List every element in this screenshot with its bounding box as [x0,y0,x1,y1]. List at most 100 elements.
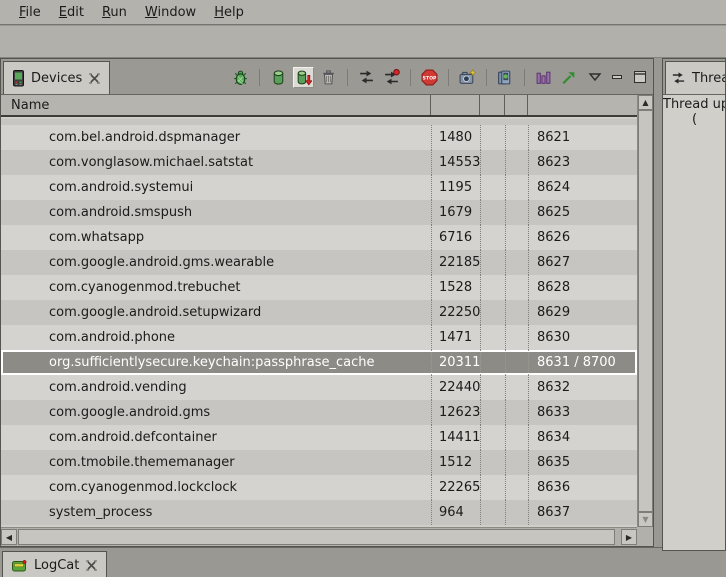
table-row[interactable]: com.google.android.gms 12623 8633 [1,400,637,425]
process-pid: 14411 [431,425,480,450]
toolbar-separator [410,69,411,86]
threads-red-dot-icon [383,69,400,86]
scroll-right-button[interactable]: ▶ [621,529,637,545]
table-row[interactable]: com.android.smspush 1679 8625 [1,200,637,225]
process-port: 8634 [528,425,637,450]
blank-cell [505,175,528,200]
menu-help[interactable]: Help [205,3,253,22]
scroll-up-button[interactable]: ▲ [638,95,653,110]
scrollbar-corner [637,527,653,546]
process-pid: 12623 [431,400,480,425]
toolbar-separator [448,69,449,86]
table-body: com.bel.android.dspmanager 1480 8621 com… [1,119,637,527]
blank-cell [480,500,505,525]
table-row[interactable]: com.vonglasow.michael.satstat 14553 8623 [1,150,637,175]
system-info-button[interactable] [533,67,554,88]
tab-threads[interactable]: Threads [665,61,725,94]
blank-cell [480,350,505,375]
horizontal-scroll-thumb[interactable] [18,529,615,545]
column-header-blank2[interactable] [505,95,528,115]
process-port: 8632 [528,375,637,400]
table-row[interactable]: com.cyanogenmod.lockclock 22265 8636 [1,475,637,500]
tab-logcat[interactable]: LogCat [2,551,107,577]
column-header-name[interactable]: Name [1,95,431,115]
blank-cell [480,150,505,175]
menu-file[interactable]: File [10,3,50,22]
table-row[interactable]: com.android.systemui 1195 8624 [1,175,637,200]
menu-run[interactable]: Run [93,3,136,22]
screen-capture-button[interactable] [457,67,478,88]
column-header-blank1[interactable] [480,95,505,115]
table-row[interactable]: com.google.android.gms.wearable 22185 86… [1,250,637,275]
table-row-selected[interactable]: org.sufficientlysecure.keychain:passphra… [1,350,637,375]
vertical-scroll-thumb[interactable] [638,110,653,512]
debug-attach-button[interactable] [230,67,251,88]
process-port: 8624 [528,175,637,200]
purple-bars-icon [535,69,552,86]
table-row[interactable]: com.android.defcontainer 14411 8634 [1,425,637,450]
dump-hprof-button[interactable] [293,67,314,88]
table-row[interactable]: com.android.phone 1471 8630 [1,325,637,350]
table-row[interactable]: com.whatsapp 6716 8626 [1,225,637,250]
close-icon[interactable] [88,72,101,85]
process-name: com.android.vending [1,375,431,400]
table-row[interactable]: com.tmobile.thememanager 1512 8635 [1,450,637,475]
devices-tabbar: Devices [1,59,653,95]
tab-devices-label: Devices [31,71,82,86]
table-row[interactable]: system_process 964 8637 [1,500,637,525]
process-pid: 1471 [431,325,480,350]
process-name: com.tmobile.thememanager [1,450,431,475]
process-port: 8628 [528,275,637,300]
view-menu-icon[interactable] [588,71,602,83]
table-row[interactable]: com.android.vending 22440 8632 [1,375,637,400]
blank-cell [480,375,505,400]
stop-process-button[interactable]: STOP [419,67,440,88]
maximize-icon[interactable] [633,70,647,84]
blank-cell [480,225,505,250]
threads-view: Threads Thread up ( [662,58,726,551]
debug-bug-icon [232,69,249,86]
tab-devices[interactable]: Devices [3,61,110,94]
device-capture-button[interactable] [495,67,516,88]
blank-cell [480,200,505,225]
toolbar-separator [524,69,525,86]
scroll-left-button[interactable]: ◀ [1,529,17,545]
close-icon[interactable] [85,559,98,572]
menu-window[interactable]: Window [136,3,205,22]
column-header-pid[interactable] [431,95,480,115]
update-threads-button[interactable] [356,67,377,88]
process-name: com.android.smspush [1,200,431,225]
process-name: com.google.android.setupwizard [1,300,431,325]
toolbar-separator [347,69,348,86]
process-port: 8629 [528,300,637,325]
minimize-icon[interactable] [611,71,624,83]
threads-icon [358,69,375,86]
process-pid: 1679 [431,200,480,225]
process-pid: 22265 [431,475,480,500]
blank-cell [480,250,505,275]
empty-toolbar-strip [0,26,726,58]
blank-cell [505,125,528,150]
blank-cell [480,125,505,150]
process-name: org.sufficientlysecure.keychain:passphra… [1,350,431,375]
menu-edit[interactable]: Edit [50,3,93,22]
process-name: com.google.android.gms [1,400,431,425]
start-tracing-button[interactable] [558,67,579,88]
update-heap-button[interactable] [268,67,289,88]
scroll-down-button[interactable]: ▼ [638,512,653,527]
table-row[interactable]: com.google.android.setupwizard 22250 862… [1,300,637,325]
devices-view: Devices [0,58,654,547]
table-row[interactable]: com.cyanogenmod.trebuchet 1528 8628 [1,275,637,300]
threads-icon [671,71,686,86]
column-header-port[interactable] [528,95,637,115]
table-row[interactable]: com.bel.android.dspmanager 1480 8621 [1,125,637,150]
process-port: 8636 [528,475,637,500]
cause-gc-button[interactable] [318,67,339,88]
process-name: system_process [1,500,431,525]
process-port: 8627 [528,250,637,275]
method-profiling-button[interactable] [381,67,402,88]
panel-splitter[interactable] [654,58,662,551]
blank-cell [505,500,528,525]
svg-text:STOP: STOP [423,75,437,81]
vertical-scrollbar: ▲ ▼ [637,95,653,527]
